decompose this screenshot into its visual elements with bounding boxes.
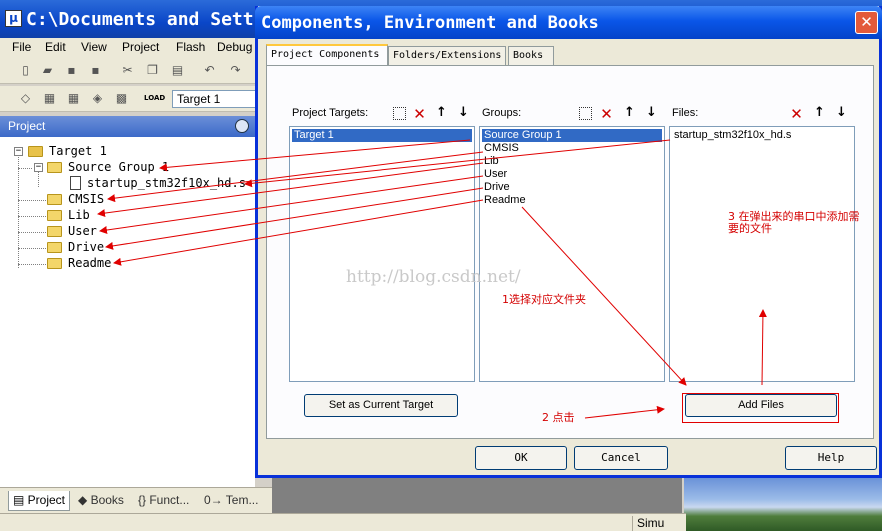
arrow-group: [97, 139, 767, 419]
tab-project-components[interactable]: Project Components: [266, 44, 388, 65]
annotation-arrow: [113, 199, 484, 266]
annotation-arrow: [244, 139, 671, 188]
annotation-arrow: [97, 162, 484, 218]
annotation-arrow: [99, 175, 484, 234]
annotation-arrow: [107, 151, 484, 203]
annotation-arrow: [159, 139, 471, 172]
annotation-arrow: [521, 206, 687, 386]
annotation-arrow: [584, 405, 665, 419]
annotation-arrow: [105, 187, 484, 250]
annotation-arrow: [758, 309, 767, 386]
annotation-arrows: [97, 139, 767, 419]
